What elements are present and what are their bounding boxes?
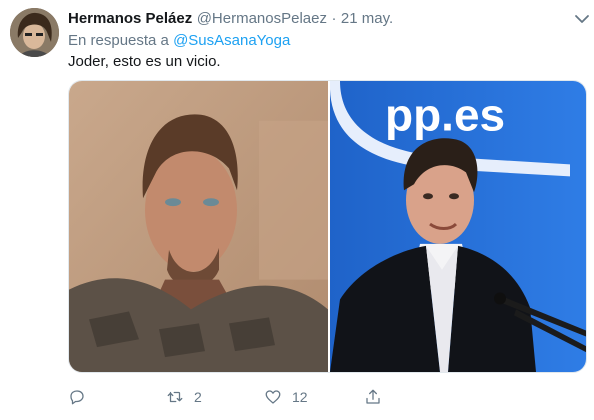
tweet-actions: 2 12 xyxy=(68,385,408,409)
tweet-header: Hermanos Peláez @HermanosPelaez · 21 may… xyxy=(68,10,584,30)
avatar[interactable] xyxy=(10,8,59,57)
retweet-button[interactable]: 2 xyxy=(166,385,202,409)
man-portrait-image xyxy=(69,81,328,372)
politician-speaking-image: pp.es xyxy=(330,81,586,372)
author-name[interactable]: Hermanos Peláez xyxy=(68,10,192,27)
media-grid: pp.es xyxy=(68,80,587,373)
reply-button[interactable] xyxy=(68,385,96,409)
reply-mention-link[interactable]: @SusAsanaYoga xyxy=(173,32,290,49)
photo-left[interactable] xyxy=(69,81,328,372)
author-handle[interactable]: @HermanosPelaez xyxy=(197,10,327,27)
reply-context: En respuesta a @SusAsanaYoga xyxy=(68,32,290,49)
share-button[interactable] xyxy=(364,385,382,409)
share-icon xyxy=(366,389,380,404)
reply-icon xyxy=(70,390,84,405)
reply-prefix: En respuesta a xyxy=(68,32,169,49)
tweet-date[interactable]: 21 may. xyxy=(341,10,393,27)
sign-text: pp.es xyxy=(385,90,505,141)
heart-icon xyxy=(265,390,281,404)
separator-dot: · xyxy=(331,10,337,27)
retweet-count: 2 xyxy=(194,389,202,405)
avatar-image xyxy=(10,8,59,57)
retweet-icon xyxy=(167,391,183,403)
photo-right[interactable]: pp.es xyxy=(330,81,586,372)
like-button[interactable]: 12 xyxy=(264,385,308,409)
like-count: 12 xyxy=(292,389,308,405)
tweet-text: Joder, esto es un vicio. xyxy=(68,53,221,70)
chevron-down-icon[interactable] xyxy=(574,12,590,26)
